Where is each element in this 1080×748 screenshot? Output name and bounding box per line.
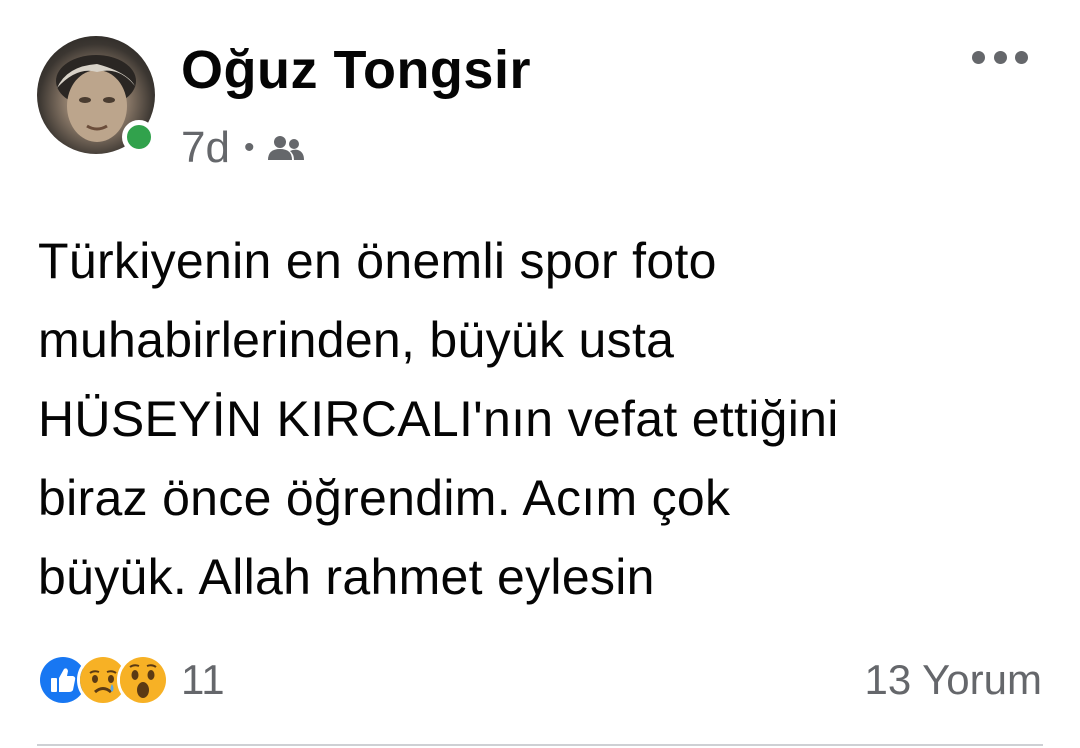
divider bbox=[37, 744, 1043, 746]
post-timestamp[interactable]: 7d bbox=[181, 122, 230, 174]
post-body-text: Türkiyenin en önemli spor foto muhabirle… bbox=[38, 233, 839, 605]
more-horizontal-icon-dot bbox=[993, 50, 1007, 64]
meta-separator: • bbox=[243, 131, 255, 164]
more-horizontal-icon-dot bbox=[1015, 50, 1028, 64]
reaction-summary[interactable]: 11 bbox=[37, 654, 225, 706]
online-status-indicator bbox=[122, 120, 156, 154]
reaction-count: 11 bbox=[181, 656, 225, 703]
friends-icon[interactable] bbox=[266, 133, 306, 163]
more-horizontal-icon bbox=[972, 50, 985, 64]
post-card: Oğuz Tongsir 7d • Türkiyenin en önemli s… bbox=[0, 0, 1080, 748]
avatar[interactable] bbox=[37, 36, 156, 154]
more-options-button[interactable] bbox=[972, 44, 1028, 70]
post-meta: 7d • bbox=[181, 122, 306, 174]
wow-reaction-icon bbox=[117, 654, 169, 706]
author-name[interactable]: Oğuz Tongsir bbox=[181, 38, 531, 102]
comment-count-link[interactable]: 13 Yorum bbox=[865, 654, 1042, 706]
